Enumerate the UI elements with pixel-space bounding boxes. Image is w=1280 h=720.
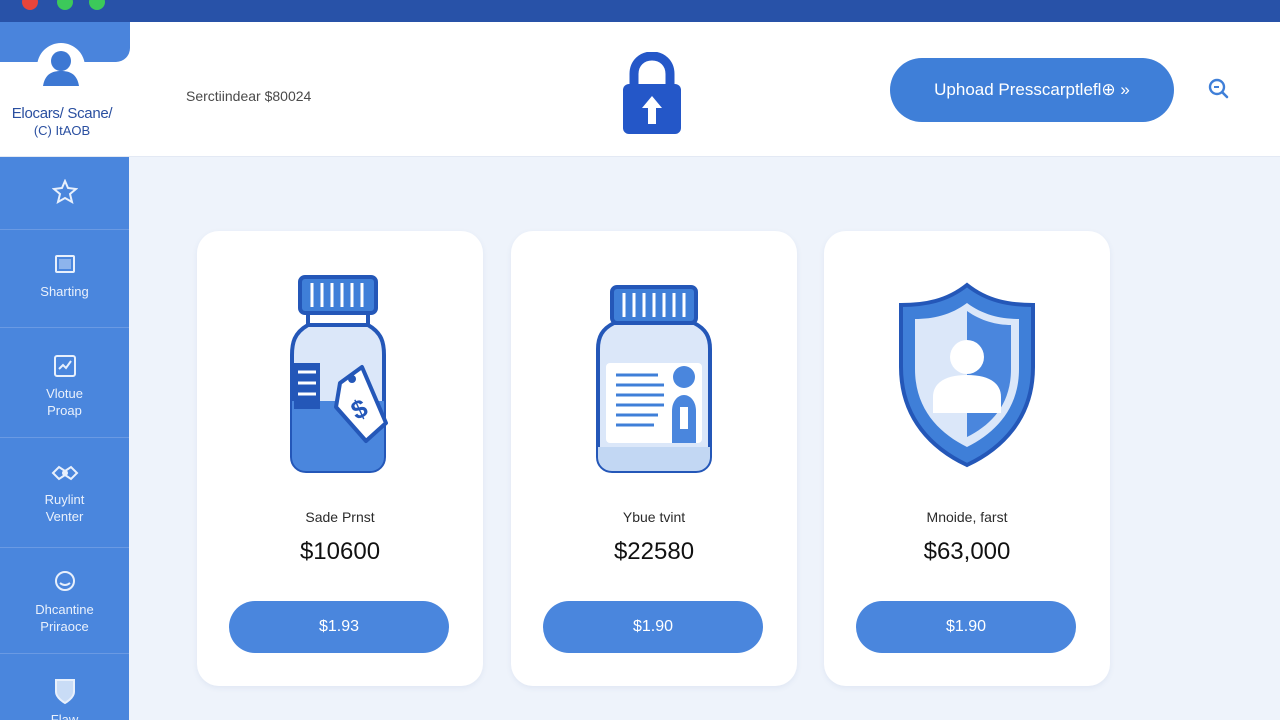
sidebar-item-ruylint-venter[interactable]: Ruylint Venter xyxy=(0,461,129,525)
minimize-window-button[interactable] xyxy=(57,0,73,10)
maximize-window-button[interactable] xyxy=(89,0,105,10)
profile-subtitle: (C) ItAOB xyxy=(33,123,91,138)
product-card[interactable]: $ Sade Prnst $10600 $1.93 xyxy=(197,231,483,686)
sidebar: Sharting Vlotue Proap Ruylint Venter Dhc… xyxy=(0,157,129,720)
sidebar-item-label: Ruylint Venter xyxy=(44,492,85,524)
lock-upload-icon xyxy=(623,52,681,134)
sidebar-item-favorites[interactable] xyxy=(0,179,129,211)
user-avatar-icon[interactable] xyxy=(36,42,86,100)
search-field[interactable]: Serctiindear $80024 xyxy=(186,88,311,104)
product-card[interactable]: Mnoide, farst $63,000 $1.90 xyxy=(824,231,1110,686)
bubble-icon xyxy=(54,571,75,591)
sidebar-divider xyxy=(0,653,129,654)
sidebar-item-sharting[interactable]: Sharting xyxy=(0,253,129,300)
card-price: $22580 xyxy=(613,538,695,565)
sidebar-item-label: Vlotue Proap xyxy=(46,386,83,418)
product-card[interactable]: Ybue tvint $22580 $1.90 xyxy=(511,231,797,686)
app-header: Elocars/ Scane/ (C) ItAOB Serctiindear $… xyxy=(0,22,1280,157)
card-price-button[interactable]: $1.93 xyxy=(229,601,449,653)
card-price-button[interactable]: $1.90 xyxy=(856,601,1076,653)
clipboard-icon xyxy=(53,355,76,377)
sidebar-item-label: Flaw xyxy=(50,712,79,720)
star-badge-icon xyxy=(51,179,78,205)
card-label: Sade Prnst xyxy=(305,509,375,525)
profile-name: Elocars/ Scane/ xyxy=(11,105,113,122)
sidebar-divider xyxy=(0,437,129,438)
title-bar xyxy=(0,0,1280,22)
shield-icon xyxy=(54,679,75,705)
close-window-button[interactable] xyxy=(22,0,38,10)
card-label: Ybue tvint xyxy=(622,509,686,525)
sidebar-item-dhcantine-priraoce[interactable]: Dhcantine Priraoce xyxy=(0,569,129,635)
sidebar-divider xyxy=(0,229,129,230)
sidebar-divider xyxy=(0,547,129,548)
card-price: $63,000 xyxy=(923,538,1011,565)
shield-user-icon xyxy=(899,282,1035,468)
card-price: $10600 xyxy=(299,538,381,565)
handshake-icon xyxy=(51,465,78,481)
search-icon[interactable] xyxy=(1206,77,1230,101)
sidebar-item-label: Dhcantine Priraoce xyxy=(35,602,94,634)
sidebar-item-flaw[interactable]: Flaw xyxy=(0,677,129,720)
screen-icon xyxy=(54,255,75,273)
upload-prescription-button[interactable]: Uphoad Presscarptlefl⊕ » xyxy=(890,58,1174,122)
sidebar-divider xyxy=(0,327,129,328)
pill-bottle-price-tag-icon: $ xyxy=(290,275,388,473)
pill-bottle-label-icon xyxy=(596,285,712,473)
card-price-button[interactable]: $1.90 xyxy=(543,601,763,653)
sidebar-item-value-prop[interactable]: Vlotue Proap xyxy=(0,353,129,419)
card-label: Mnoide, farst xyxy=(926,509,1008,525)
sidebar-item-label: Sharting xyxy=(40,284,89,299)
